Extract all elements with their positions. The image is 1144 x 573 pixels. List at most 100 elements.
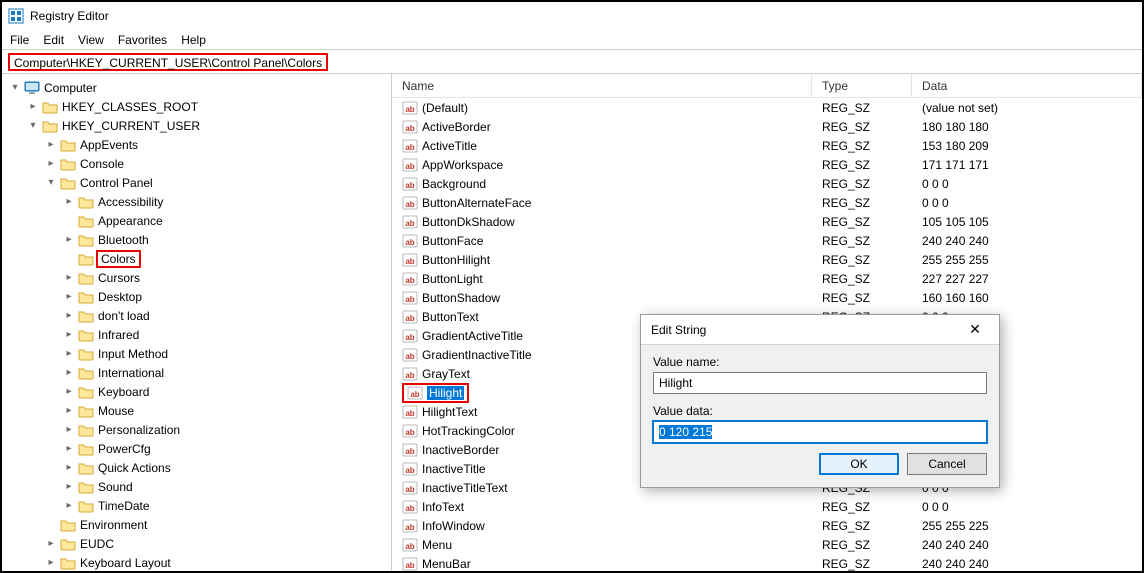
list-row[interactable]: abButtonLightREG_SZ227 227 227 <box>392 269 1142 288</box>
list-row[interactable]: abActiveTitleREG_SZ153 180 209 <box>392 136 1142 155</box>
col-type[interactable]: Type <box>812 74 912 97</box>
list-row[interactable]: abButtonHilightREG_SZ255 255 255 <box>392 250 1142 269</box>
tree-node-accessibility[interactable]: ▸Accessibility <box>62 192 391 211</box>
tree-pane[interactable]: ▾ Computer ▸ HKEY_CLASSES_ROOT <box>2 74 392 571</box>
chevron-right-icon[interactable]: ▸ <box>62 462 76 473</box>
chevron-right-icon[interactable]: ▸ <box>26 101 40 112</box>
tree-node-environment[interactable]: ▸Environment <box>44 515 391 534</box>
value-data: 255 255 225 <box>912 519 1142 533</box>
tree-node-powercfg[interactable]: ▸PowerCfg <box>62 439 391 458</box>
svg-text:ab: ab <box>405 276 414 285</box>
chevron-right-icon[interactable]: ▸ <box>44 557 58 568</box>
menu-file[interactable]: File <box>10 33 29 47</box>
string-icon: ab <box>402 366 418 382</box>
value-name: ButtonShadow <box>422 291 500 305</box>
value-name-input[interactable] <box>653 372 987 394</box>
string-icon: ab <box>402 518 418 534</box>
chevron-down-icon[interactable]: ▾ <box>26 120 40 131</box>
chevron-down-icon[interactable]: ▾ <box>44 177 58 188</box>
chevron-right-icon[interactable]: ▸ <box>62 291 76 302</box>
tree-node-input-method[interactable]: ▸Input Method <box>62 344 391 363</box>
list-row[interactable]: abBackgroundREG_SZ0 0 0 <box>392 174 1142 193</box>
chevron-right-icon[interactable]: ▸ <box>62 367 76 378</box>
tree-node-timedate[interactable]: ▸TimeDate <box>62 496 391 515</box>
chevron-right-icon[interactable]: ▸ <box>62 405 76 416</box>
list-row[interactable]: abButtonDkShadowREG_SZ105 105 105 <box>392 212 1142 231</box>
list-row[interactable]: ab(Default)REG_SZ(value not set) <box>392 98 1142 117</box>
tree-node-controlpanel[interactable]: ▾Control Panel <box>44 173 391 192</box>
value-name: ButtonFace <box>422 234 483 248</box>
tree-node-mouse[interactable]: ▸Mouse <box>62 401 391 420</box>
list-row[interactable]: abMenuBarREG_SZ240 240 240 <box>392 554 1142 571</box>
chevron-right-icon[interactable]: ▸ <box>62 196 76 207</box>
chevron-right-icon[interactable]: ▸ <box>44 538 58 549</box>
tree-node-computer[interactable]: ▾ Computer <box>8 78 391 97</box>
dialog-titlebar[interactable]: Edit String ✕ <box>641 315 999 345</box>
tree-node-kblayout[interactable]: ▸Keyboard Layout <box>44 553 391 571</box>
col-data[interactable]: Data <box>912 74 1142 97</box>
chevron-right-icon[interactable]: ▸ <box>62 386 76 397</box>
value-type: REG_SZ <box>812 215 912 229</box>
folder-icon <box>78 213 94 229</box>
menu-help[interactable]: Help <box>181 33 206 47</box>
tree-node-bluetooth[interactable]: ▸Bluetooth <box>62 230 391 249</box>
tree-node-sound[interactable]: ▸Sound <box>62 477 391 496</box>
chevron-right-icon[interactable]: ▸ <box>44 158 58 169</box>
col-name[interactable]: Name <box>392 74 812 97</box>
tree-node-appevents[interactable]: ▸AppEvents <box>44 135 391 154</box>
list-row[interactable]: abInfoWindowREG_SZ255 255 225 <box>392 516 1142 535</box>
value-data: 180 180 180 <box>912 120 1142 134</box>
menu-favorites[interactable]: Favorites <box>118 33 167 47</box>
folder-icon <box>78 327 94 343</box>
tree-node-appearance[interactable]: ▸Appearance <box>62 211 391 230</box>
addressbar[interactable]: Computer\HKEY_CURRENT_USER\Control Panel… <box>2 50 1142 74</box>
chevron-right-icon[interactable]: ▸ <box>62 481 76 492</box>
close-icon[interactable]: ✕ <box>961 321 989 338</box>
menu-edit[interactable]: Edit <box>43 33 64 47</box>
tree-node-console[interactable]: ▸Console <box>44 154 391 173</box>
tree-node-personalization[interactable]: ▸Personalization <box>62 420 391 439</box>
chevron-right-icon[interactable]: ▸ <box>62 310 76 321</box>
chevron-right-icon[interactable]: ▸ <box>62 443 76 454</box>
value-name: HilightText <box>422 405 477 419</box>
tree-node-desktop[interactable]: ▸Desktop <box>62 287 391 306</box>
list-row[interactable]: abAppWorkspaceREG_SZ171 171 171 <box>392 155 1142 174</box>
tree-node-cursors[interactable]: ▸Cursors <box>62 268 391 287</box>
list-row[interactable]: abInfoTextREG_SZ0 0 0 <box>392 497 1142 516</box>
chevron-right-icon[interactable]: ▸ <box>62 500 76 511</box>
tree-node-keyboard[interactable]: ▸Keyboard <box>62 382 391 401</box>
list-row[interactable]: abActiveBorderREG_SZ180 180 180 <box>392 117 1142 136</box>
chevron-right-icon[interactable]: ▸ <box>62 348 76 359</box>
tree-node-don-t-load[interactable]: ▸don't load <box>62 306 391 325</box>
chevron-right-icon[interactable]: ▸ <box>62 329 76 340</box>
chevron-down-icon[interactable]: ▾ <box>8 82 22 93</box>
ok-button[interactable]: OK <box>819 453 899 475</box>
value-data-input[interactable]: 0 120 215 <box>653 421 987 443</box>
value-name: InfoText <box>422 500 464 514</box>
tree-node-hkcu[interactable]: ▾ HKEY_CURRENT_USER <box>26 116 391 135</box>
tree-node-international[interactable]: ▸International <box>62 363 391 382</box>
tree-label: Quick Actions <box>96 461 173 475</box>
tree-label-computer: Computer <box>42 81 99 95</box>
folder-icon <box>78 346 94 362</box>
cancel-button[interactable]: Cancel <box>907 453 987 475</box>
value-type: REG_SZ <box>812 519 912 533</box>
menu-view[interactable]: View <box>78 33 104 47</box>
tree-node-hkcr[interactable]: ▸ HKEY_CLASSES_ROOT <box>26 97 391 116</box>
tree-node-eudc[interactable]: ▸EUDC <box>44 534 391 553</box>
value-name: InactiveTitleText <box>422 481 508 495</box>
list-row[interactable]: abButtonFaceREG_SZ240 240 240 <box>392 231 1142 250</box>
tree-node-quick-actions[interactable]: ▸ Quick Actions <box>62 458 391 477</box>
value-data: 171 171 171 <box>912 158 1142 172</box>
value-data: 0 0 0 <box>912 196 1142 210</box>
tree-node-colors[interactable]: ▸Colors <box>62 249 391 268</box>
chevron-right-icon[interactable]: ▸ <box>62 234 76 245</box>
list-row[interactable]: abMenuREG_SZ240 240 240 <box>392 535 1142 554</box>
chevron-right-icon[interactable]: ▸ <box>62 424 76 435</box>
address-path[interactable]: Computer\HKEY_CURRENT_USER\Control Panel… <box>8 53 328 71</box>
chevron-right-icon[interactable]: ▸ <box>62 272 76 283</box>
tree-node-infrared[interactable]: ▸Infrared <box>62 325 391 344</box>
list-row[interactable]: abButtonShadowREG_SZ160 160 160 <box>392 288 1142 307</box>
chevron-right-icon[interactable]: ▸ <box>44 139 58 150</box>
list-row[interactable]: abButtonAlternateFaceREG_SZ0 0 0 <box>392 193 1142 212</box>
